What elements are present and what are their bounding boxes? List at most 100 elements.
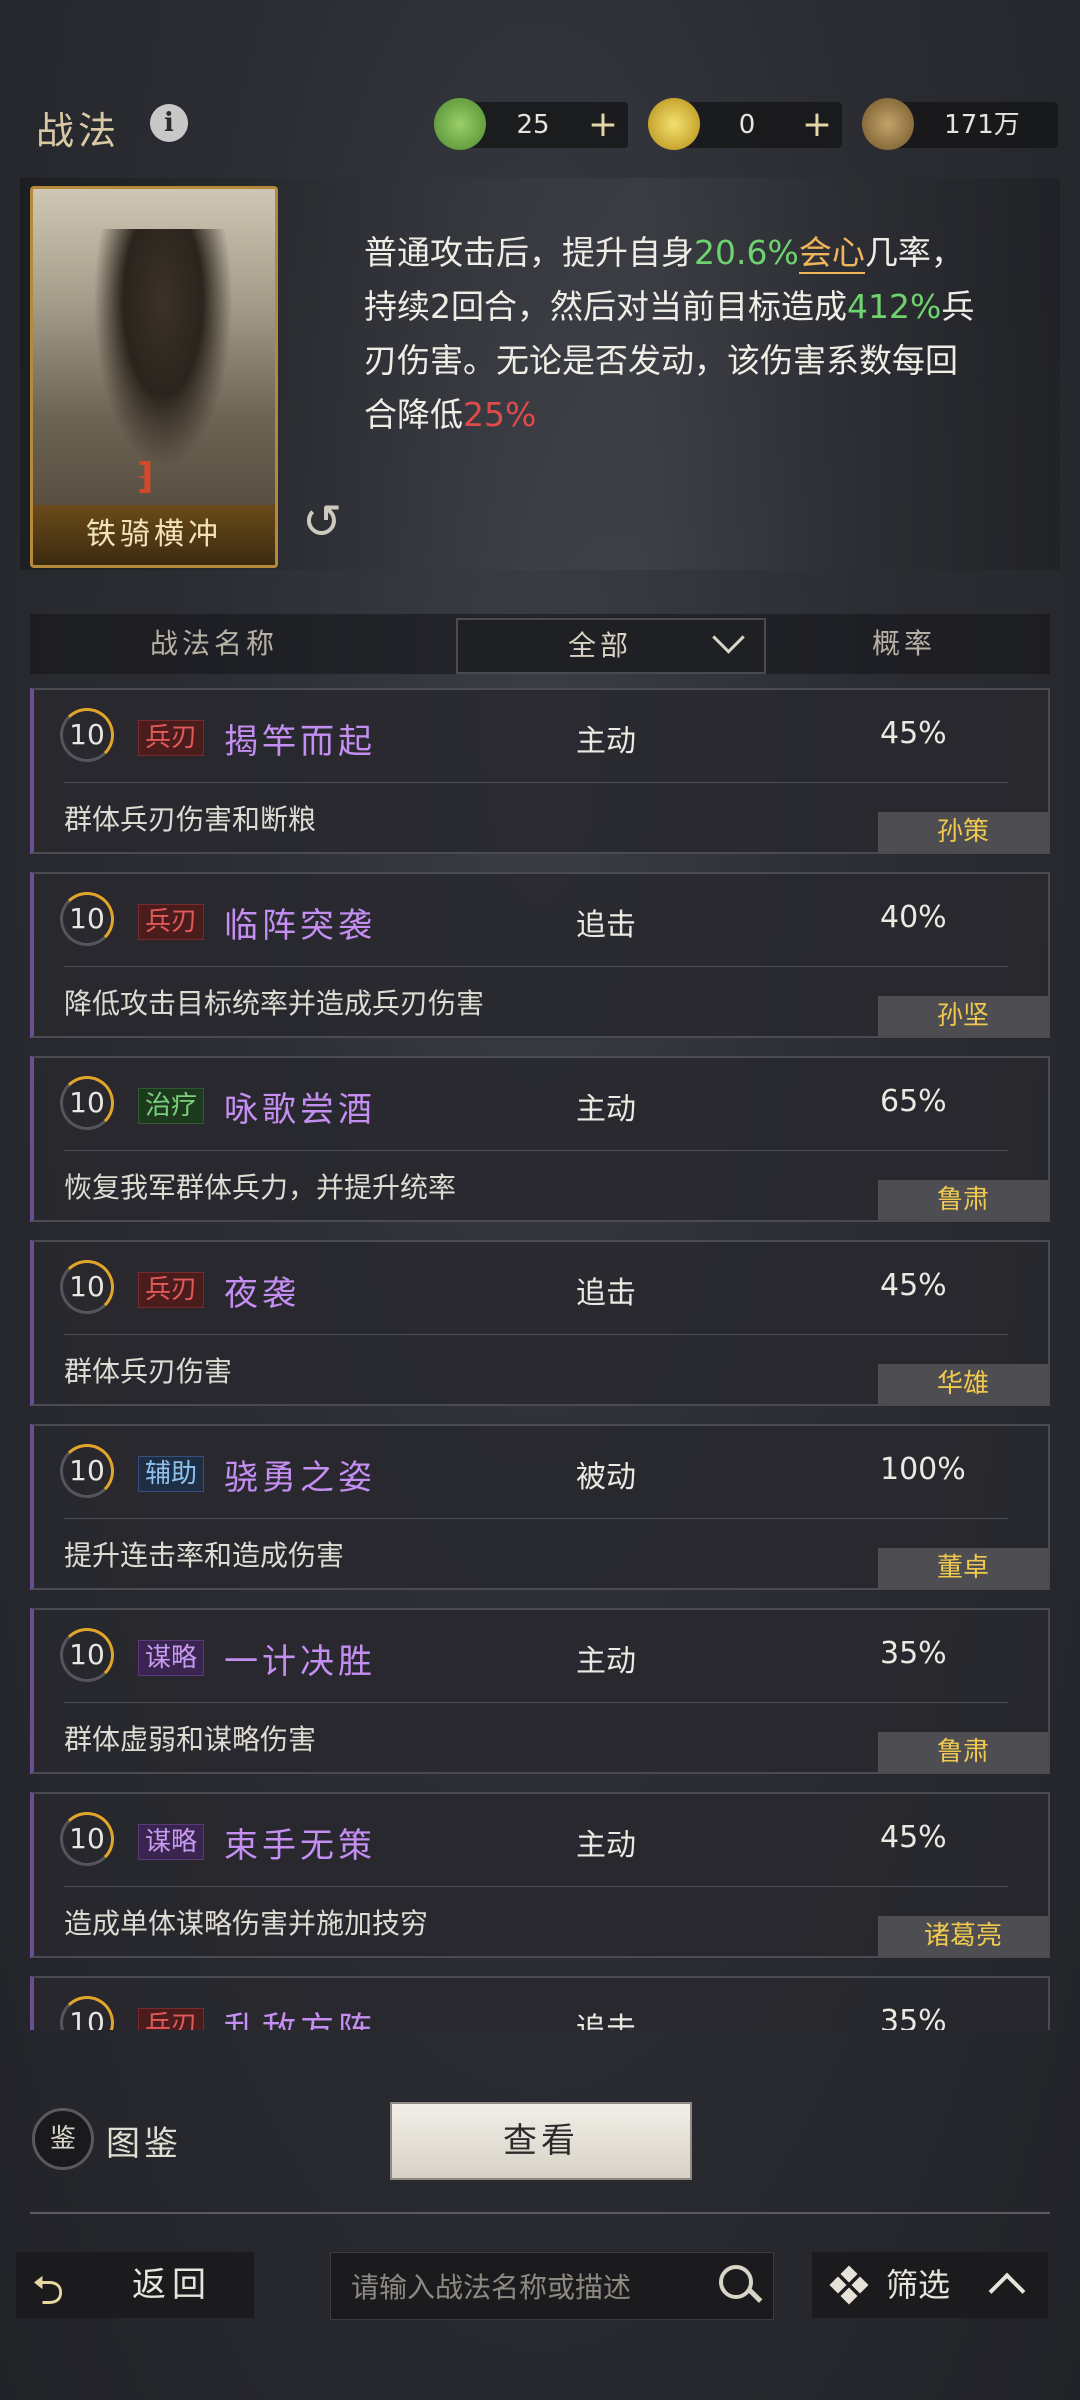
chevron-up-icon xyxy=(988,2272,1026,2310)
divider xyxy=(64,1150,1008,1151)
tactic-kind: 主动 xyxy=(576,724,636,759)
tactic-kind: 被动 xyxy=(576,1460,636,1495)
hero-tag: 董卓 xyxy=(878,1548,1048,1588)
divider xyxy=(64,1518,1008,1519)
tactic-name: 束手无策 xyxy=(224,1826,376,1866)
type-filter-dropdown[interactable]: 全部 xyxy=(456,618,766,674)
list-item[interactable]: 10 谋略 束手无策 主动 45% 造成单体谋略伤害并施加技穷 诸葛亮 xyxy=(30,1792,1050,1958)
hero-tag: 鲁肃 xyxy=(878,1732,1048,1772)
list-item[interactable]: 10 兵刃 揭竿而起 主动 45% 群体兵刃伤害和断粮 孙策 xyxy=(30,688,1050,854)
card-name: 铁骑横冲 xyxy=(33,505,275,565)
jade-coin-icon xyxy=(434,98,486,150)
type-tag: 兵刃 xyxy=(138,904,205,940)
tactic-rate: 45% xyxy=(880,1820,947,1855)
codex-label[interactable]: 图鉴 xyxy=(106,2116,182,2165)
type-tag: 谋略 xyxy=(138,1640,205,1676)
tactic-rate: 35% xyxy=(880,1636,947,1671)
tactic-rate: 65% xyxy=(880,1084,947,1119)
tactic-name: 揭竿而起 xyxy=(224,722,376,762)
type-tag: 兵刃 xyxy=(138,2008,205,2030)
tactic-kind: 主动 xyxy=(576,1092,636,1127)
level-badge: 10 xyxy=(60,1812,114,1866)
back-arrow-icon: ⮌ xyxy=(32,2268,65,2314)
resource-value: 25 xyxy=(516,110,550,140)
resource-jade: 25 + xyxy=(434,98,628,150)
tactic-description: 群体兵刃伤害和断粮 xyxy=(64,803,317,836)
search-box[interactable] xyxy=(330,2252,774,2321)
filter-label: 筛选 xyxy=(886,2266,951,2304)
divider xyxy=(30,2212,1050,2214)
list-item[interactable]: 10 谋略 一计决胜 主动 35% 群体虚弱和谋略伤害 鲁肃 xyxy=(30,1608,1050,1774)
info-icon[interactable]: i xyxy=(150,104,188,142)
hero-tag: 鲁肃 xyxy=(878,1180,1048,1220)
search-input[interactable] xyxy=(349,2253,693,2321)
gold-coin-icon xyxy=(648,98,700,150)
tactic-name: 夜袭 xyxy=(224,1274,300,1314)
tactic-description: 恢复我军群体兵力，并提升统率 xyxy=(64,1171,457,1204)
divider xyxy=(64,966,1008,967)
tactic-description: 群体虚弱和谋略伤害 xyxy=(64,1723,317,1756)
tactic-list[interactable]: 10 兵刃 揭竿而起 主动 45% 群体兵刃伤害和断粮 孙策 10 兵刃 临阵突… xyxy=(30,688,1050,2030)
tactic-name: 乱敌方阵 xyxy=(224,2010,376,2030)
level-badge: 10 xyxy=(60,1444,114,1498)
tactic-rate: 45% xyxy=(880,716,947,751)
tactic-kind: 主动 xyxy=(576,1828,636,1863)
level-badge: 10 xyxy=(60,708,114,762)
list-item[interactable]: 10 兵刃 乱敌方阵 追击 35% xyxy=(30,1976,1050,2030)
divider xyxy=(64,1334,1008,1335)
hero-tag: 孙策 xyxy=(878,812,1048,852)
tactic-mark-icon: ⁆ xyxy=(137,456,154,497)
tactic-rate: 35% xyxy=(880,2004,947,2030)
chevron-down-icon xyxy=(712,621,745,654)
level-badge: 10 xyxy=(60,1076,114,1130)
level-badge: 10 xyxy=(60,1628,114,1682)
tactic-kind: 追击 xyxy=(576,908,636,943)
hero-tag: 华雄 xyxy=(878,1364,1048,1404)
tactic-description: 提升连击率和造成伤害 xyxy=(64,1539,345,1572)
view-button[interactable]: 查看 xyxy=(390,2102,692,2180)
list-item[interactable]: 10 治疗 咏歌尝酒 主动 65% 恢复我军群体兵力，并提升统率 鲁肃 xyxy=(30,1056,1050,1222)
tactic-name: 咏歌尝酒 xyxy=(224,1090,376,1130)
tactic-rate: 100% xyxy=(880,1452,966,1487)
codex-icon[interactable]: 鉴 xyxy=(32,2108,94,2170)
divider xyxy=(64,1886,1008,1887)
tactic-rate: 40% xyxy=(880,900,947,935)
type-tag: 兵刃 xyxy=(138,720,205,756)
column-rate-header: 概率 xyxy=(872,627,937,660)
table-header: 战法名称 全部 概率 xyxy=(30,614,1050,674)
rider-illustration xyxy=(93,229,233,469)
refresh-icon[interactable]: ↺ xyxy=(302,494,342,550)
tactic-name: 临阵突袭 xyxy=(224,906,376,946)
tactic-description: 造成单体谋略伤害并施加技穷 xyxy=(64,1907,429,1940)
tactic-kind: 主动 xyxy=(576,1644,636,1679)
resource-copper: 171万 xyxy=(862,98,1058,150)
list-item[interactable]: 10 兵刃 临阵突袭 追击 40% 降低攻击目标统率并造成兵刃伤害 孙坚 xyxy=(30,872,1050,1038)
copper-coin-icon xyxy=(862,98,914,150)
tactic-name: 骁勇之姿 xyxy=(224,1458,376,1498)
list-item[interactable]: 10 兵刃 夜袭 追击 45% 群体兵刃伤害 华雄 xyxy=(30,1240,1050,1406)
featured-tactic-card[interactable]: ⁆ 铁骑横冲 xyxy=(30,186,278,568)
type-tag: 辅助 xyxy=(138,1456,205,1492)
divider xyxy=(64,782,1008,783)
featured-description: 普通攻击后，提升自身20.6%会心几率，持续2回合，然后对当前目标造成412%兵… xyxy=(364,233,975,434)
filter-icon xyxy=(829,2265,869,2305)
level-badge: 10 xyxy=(60,1260,114,1314)
plus-icon[interactable]: + xyxy=(802,102,832,148)
plus-icon[interactable]: + xyxy=(588,102,618,148)
level-badge: 10 xyxy=(60,892,114,946)
type-tag: 谋略 xyxy=(138,1824,205,1860)
tactic-kind: 追击 xyxy=(576,1276,636,1311)
resource-value: 0 xyxy=(738,110,756,140)
list-item[interactable]: 10 辅助 骁勇之姿 被动 100% 提升连击率和造成伤害 董卓 xyxy=(30,1424,1050,1590)
type-tag: 治疗 xyxy=(138,1088,205,1124)
dropdown-value: 全部 xyxy=(568,629,633,662)
hero-tag: 孙坚 xyxy=(878,996,1048,1036)
search-icon[interactable] xyxy=(719,2265,753,2299)
tactic-description: 降低攻击目标统率并造成兵刃伤害 xyxy=(64,987,485,1020)
back-button[interactable]: ⮌ 返回 xyxy=(16,2252,254,2318)
filter-button[interactable]: 筛选 xyxy=(812,2252,1048,2318)
resource-gold: 0 + xyxy=(648,98,842,150)
tactic-description: 群体兵刃伤害 xyxy=(64,1355,233,1388)
back-label: 返回 xyxy=(132,2265,212,2305)
column-name-header: 战法名称 xyxy=(150,627,279,660)
